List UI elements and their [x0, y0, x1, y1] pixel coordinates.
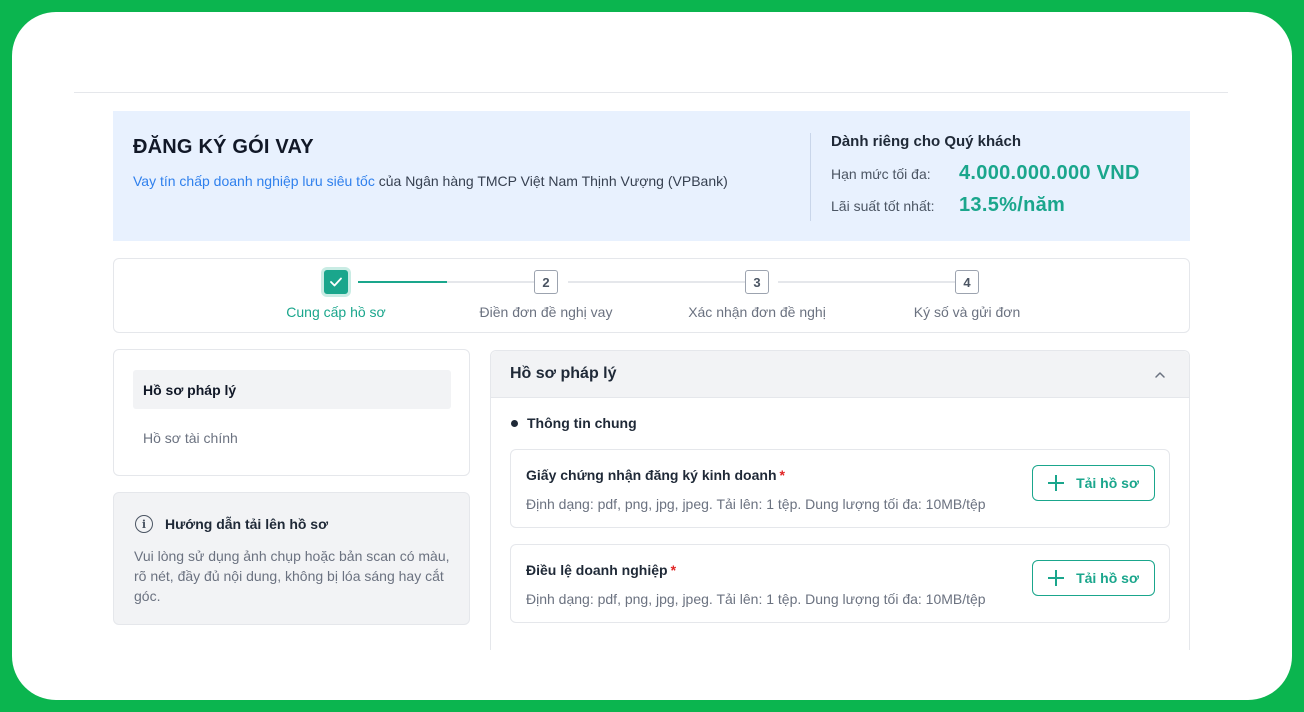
document-hint: Định dạng: pdf, png, jpg, jpeg. Tải lên:… [526, 591, 986, 607]
section-title: Thông tin chung [527, 415, 637, 431]
document-name: Giấy chứng nhận đăng ký kinh doanh * [526, 467, 785, 483]
panel-header[interactable]: Hồ sơ pháp lý [491, 351, 1189, 398]
document-item: Giấy chứng nhận đăng ký kinh doanh * Định… [510, 449, 1170, 528]
chevron-up-icon[interactable] [1153, 368, 1167, 382]
product-link[interactable]: Vay tín chấp doanh nghiệp lưu siêu tốc [133, 173, 375, 189]
rate-value: 13.5%/năm [959, 194, 1066, 216]
banner-divider [810, 133, 811, 221]
required-mark: * [779, 467, 785, 483]
document-item: Điều lệ doanh nghiệp * Định dạng: pdf, pn… [510, 544, 1170, 623]
panel-title: Hồ sơ pháp lý [510, 365, 617, 382]
limit-value: 4.000.000.000 VND [959, 162, 1140, 184]
section-heading: Thông tin chung [511, 415, 637, 431]
limit-label: Hạn mức tối đa: [831, 165, 931, 182]
header-divider [74, 92, 1228, 93]
upload-button-label: Tải hồ sơ [1076, 570, 1139, 586]
step-label: Cung cấp hồ sơ [286, 304, 386, 320]
app-frame: ĐĂNG KÝ GÓI VAY Vay tín chấp doanh nghiệ… [12, 12, 1292, 700]
step-number: 3 [745, 270, 769, 294]
rate-row: Lãi suất tốt nhất: 13.5%/năm [831, 194, 1065, 217]
info-icon: i [135, 515, 153, 533]
limit-row: Hạn mức tối đa: 4.000.000.000 VND [831, 162, 1140, 185]
document-name: Điều lệ doanh nghiệp * [526, 562, 676, 578]
step-label: Điền đơn đề nghị vay [479, 304, 613, 320]
nav-item-legal-docs[interactable]: Hồ sơ pháp lý [133, 370, 451, 409]
upload-button[interactable]: Tải hồ sơ [1032, 560, 1155, 596]
check-icon [324, 270, 348, 294]
document-name-text: Giấy chứng nhận đăng ký kinh doanh [526, 467, 777, 483]
plus-icon [1048, 570, 1065, 586]
step-2[interactable]: 2 Điền đơn đề nghị vay [446, 259, 646, 334]
document-name-text: Điều lệ doanh nghiệp [526, 562, 668, 578]
step-number: 2 [534, 270, 558, 294]
step-3[interactable]: 3 Xác nhận đơn đề nghị [657, 259, 857, 334]
step-1[interactable]: Cung cấp hồ sơ [236, 259, 436, 334]
offer-title: Dành riêng cho Quý khách [831, 133, 1022, 150]
required-mark: * [670, 562, 677, 578]
guide-body: Vui lòng sử dụng ảnh chụp hoặc bản scan … [134, 548, 450, 604]
rate-label: Lãi suất tốt nhất: [831, 197, 935, 214]
document-hint: Định dạng: pdf, png, jpg, jpeg. Tải lên:… [526, 496, 986, 512]
upload-button-label: Tải hồ sơ [1076, 475, 1139, 491]
page-title: ĐĂNG KÝ GÓI VAY [133, 136, 314, 158]
upload-guide-card: i Hướng dẫn tải lên hồ sơ Vui lòng sử dụ… [113, 492, 470, 625]
loan-banner: ĐĂNG KÝ GÓI VAY Vay tín chấp doanh nghiệ… [113, 111, 1190, 241]
plus-icon [1048, 475, 1065, 491]
banner-subtitle: Vay tín chấp doanh nghiệp lưu siêu tốc c… [133, 173, 728, 189]
nav-item-financial-docs[interactable]: Hồ sơ tài chính [133, 418, 451, 457]
document-category-nav: Hồ sơ pháp lý Hồ sơ tài chính [113, 349, 470, 476]
provider-text: của Ngân hàng TMCP Việt Nam Thịnh Vượng … [374, 173, 728, 189]
legal-docs-panel: Hồ sơ pháp lý Thông tin chung Giấy chứng… [490, 350, 1190, 650]
upload-button[interactable]: Tải hồ sơ [1032, 465, 1155, 501]
step-number: 4 [955, 270, 979, 294]
step-label: Xác nhận đơn đề nghị [688, 304, 826, 320]
bullet-icon [511, 419, 518, 427]
guide-title: Hướng dẫn tải lên hồ sơ [165, 516, 329, 532]
step-4[interactable]: 4 Ký số và gửi đơn [867, 259, 1067, 334]
step-label: Ký số và gửi đơn [913, 304, 1021, 320]
guide-header: i Hướng dẫn tải lên hồ sơ [135, 515, 328, 533]
progress-stepper: Cung cấp hồ sơ 2 Điền đơn đề nghị vay 3 … [113, 258, 1190, 333]
